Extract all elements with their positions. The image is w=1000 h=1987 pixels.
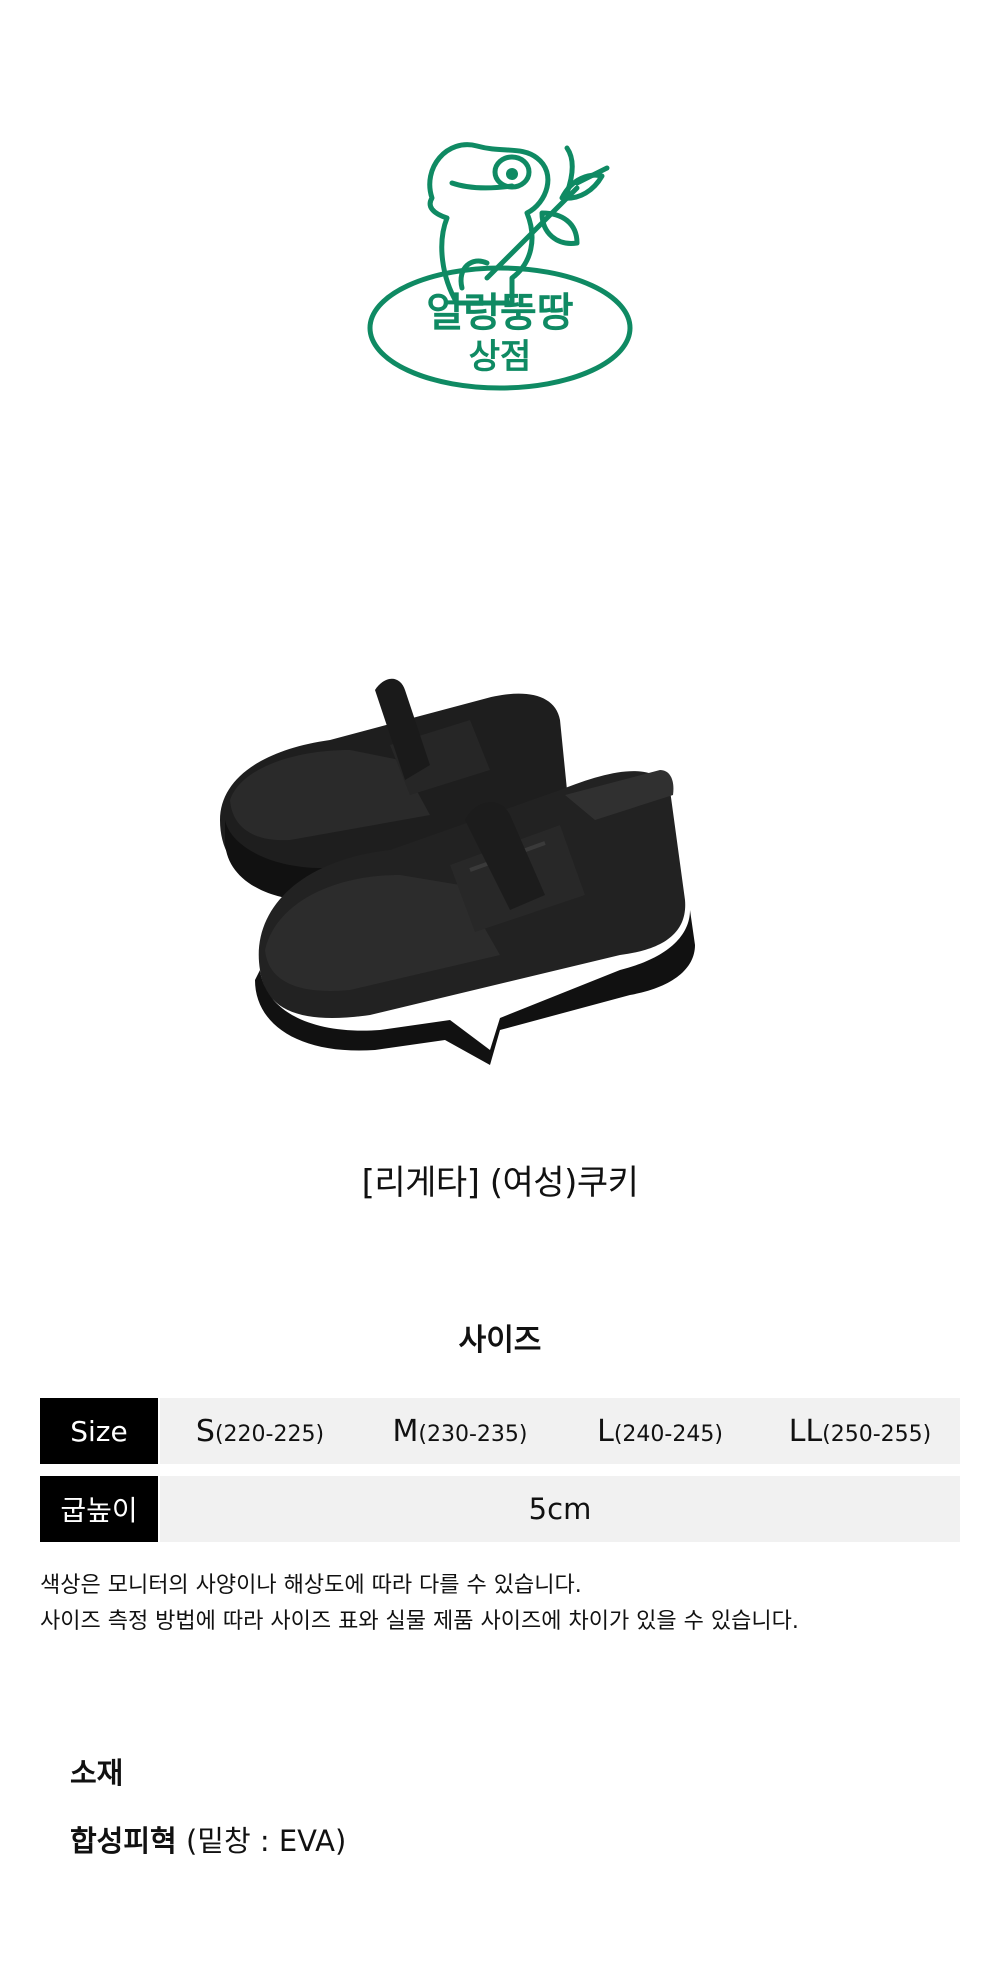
frog-logo-icon: 얼렁뚱땅 상점 bbox=[367, 142, 633, 391]
size-cell-m: M(230-235) bbox=[360, 1414, 560, 1449]
size-row: Size S(220-225) M(230-235) L(240-245) LL… bbox=[40, 1398, 960, 1464]
note-color: 색상은 모니터의 사양이나 해상도에 따라 다를 수 있습니다. bbox=[40, 1573, 582, 1598]
size-table: Size S(220-225) M(230-235) L(240-245) LL… bbox=[40, 1398, 960, 1554]
material-main: 합성피혁 bbox=[70, 1824, 177, 1858]
heel-height-cells: 5cm bbox=[160, 1476, 960, 1542]
product-detail-page: 얼렁뚱땅 상점 [리게타] (여성)쿠키 사이즈 Size S(220-225)… bbox=[0, 0, 1000, 1987]
size-notes: 색상은 모니터의 사양이나 해상도에 따라 다를 수 있습니다. 사이즈 측정 … bbox=[40, 1568, 960, 1640]
size-range: (240-245) bbox=[613, 1421, 723, 1447]
logo-text-main: 얼렁뚱땅 bbox=[426, 290, 573, 336]
size-cell-s: S(220-225) bbox=[160, 1414, 360, 1449]
size-cell-ll: LL(250-255) bbox=[760, 1414, 960, 1449]
material-detail: (밑창 : EVA) bbox=[185, 1824, 347, 1858]
size-letter: M bbox=[392, 1413, 419, 1449]
size-cells: S(220-225) M(230-235) L(240-245) LL(250-… bbox=[160, 1398, 960, 1464]
logo-text-sub: 상점 bbox=[469, 337, 532, 377]
size-letter: LL bbox=[788, 1413, 823, 1449]
store-logo: 얼렁뚱땅 상점 bbox=[362, 128, 638, 396]
size-letter: L bbox=[597, 1413, 614, 1449]
material-heading: 소재 bbox=[70, 1756, 124, 1790]
heel-height-label: 굽높이 bbox=[40, 1476, 158, 1542]
heel-height-value: 5cm bbox=[528, 1492, 592, 1526]
material-info: 합성피혁 (밑창 : EVA) bbox=[70, 1818, 346, 1860]
size-range: (220-225) bbox=[214, 1421, 325, 1447]
heel-height-row: 굽높이 5cm bbox=[40, 1476, 960, 1542]
note-measurement: 사이즈 측정 방법에 따라 사이즈 표와 실물 제품 사이즈에 차이가 있을 수… bbox=[40, 1609, 799, 1634]
size-range: (250-255) bbox=[822, 1421, 932, 1447]
size-section-heading: 사이즈 bbox=[458, 1323, 542, 1358]
size-range: (230-235) bbox=[418, 1421, 528, 1447]
product-photo bbox=[200, 670, 800, 1070]
size-cell-l: L(240-245) bbox=[560, 1414, 760, 1449]
loafer-shoes-image bbox=[220, 678, 695, 1065]
size-letter: S bbox=[195, 1413, 215, 1449]
size-label: Size bbox=[40, 1398, 158, 1464]
product-name: [리게타] (여성)쿠키 bbox=[361, 1163, 639, 1203]
